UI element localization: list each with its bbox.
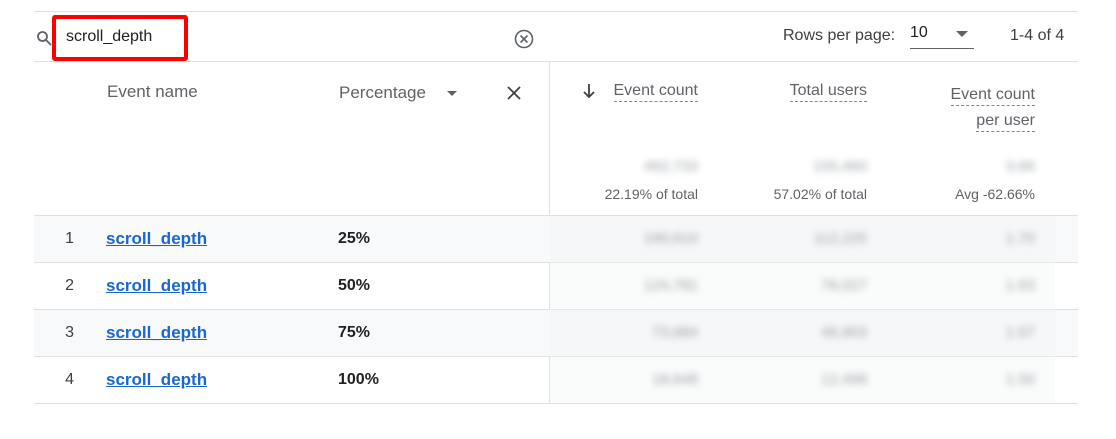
close-icon[interactable] — [505, 84, 523, 102]
chevron-down-icon — [447, 91, 457, 96]
total-event-count-subtext: 22.19% of total — [604, 186, 698, 202]
event-count-value: 18,648 — [652, 371, 698, 388]
event-count-value: 73,684 — [652, 324, 698, 341]
total-users-value: 76,027 — [821, 277, 867, 294]
per-user-value: 1.63 — [1005, 277, 1035, 294]
row-index: 4 — [65, 371, 74, 388]
table-bottom-divider — [34, 403, 1078, 404]
column-header-event-count-per-user[interactable]: Event count per user — [920, 82, 1035, 134]
event-count-value: 124,781 — [643, 277, 698, 294]
total-users-label: Total users — [789, 82, 867, 102]
per-user-value: 1.70 — [1005, 230, 1035, 247]
search-highlight-box — [52, 15, 188, 61]
rows-per-page-label: Rows per page: — [783, 27, 896, 44]
rows-per-page-value: 10 — [910, 24, 928, 41]
event-name-link[interactable]: scroll_depth — [106, 370, 207, 390]
event-count-label: Event count — [613, 82, 698, 102]
secondary-dimension-select[interactable]: Percentage — [339, 83, 469, 105]
total-users-value: 12,498 — [821, 371, 867, 388]
event-name-link[interactable]: scroll_depth — [106, 229, 207, 249]
clear-circle-x-icon[interactable] — [513, 28, 535, 50]
chevron-down-icon — [956, 31, 968, 37]
top-divider — [34, 11, 1078, 12]
row-index: 2 — [65, 277, 74, 294]
column-header-event-name[interactable]: Event name — [107, 82, 198, 102]
percentage-value: 75% — [338, 324, 371, 341]
total-event-count: 492,733 — [643, 158, 698, 175]
per-user-subtext: Avg -62.66% — [955, 186, 1035, 202]
pagination-range: 1-4 of 4 — [1010, 27, 1065, 44]
column-header-total-users[interactable]: Total users — [760, 82, 867, 102]
per-user-value: 1.57 — [1005, 324, 1035, 341]
secondary-dimension-label: Percentage — [339, 83, 426, 102]
arrow-down-icon — [583, 84, 595, 99]
total-users-value: 155,460 — [812, 158, 867, 175]
row-index: 3 — [65, 324, 74, 341]
per-user-label-line1: Event count — [950, 86, 1035, 106]
rows-per-page-select[interactable]: 10 — [910, 22, 974, 49]
percentage-value: 25% — [338, 230, 371, 247]
percentage-value: 50% — [338, 277, 371, 294]
total-users-subtext: 57.02% of total — [773, 186, 867, 202]
column-header-event-count[interactable]: Event count — [598, 82, 698, 102]
event-name-link[interactable]: scroll_depth — [106, 276, 207, 296]
percentage-value: 100% — [338, 371, 379, 388]
event-count-value: 190,610 — [643, 230, 698, 247]
per-user-value: 1.50 — [1005, 371, 1035, 388]
search-icon — [37, 31, 52, 46]
total-per-user-value: 3.66 — [1005, 158, 1035, 175]
total-users-value: 112,225 — [813, 230, 867, 247]
toolbar-divider — [34, 61, 1078, 62]
total-users-value: 46,903 — [821, 324, 867, 341]
per-user-label-line2: per user — [976, 112, 1035, 132]
row-index: 1 — [65, 230, 74, 247]
event-name-link[interactable]: scroll_depth — [106, 323, 207, 343]
